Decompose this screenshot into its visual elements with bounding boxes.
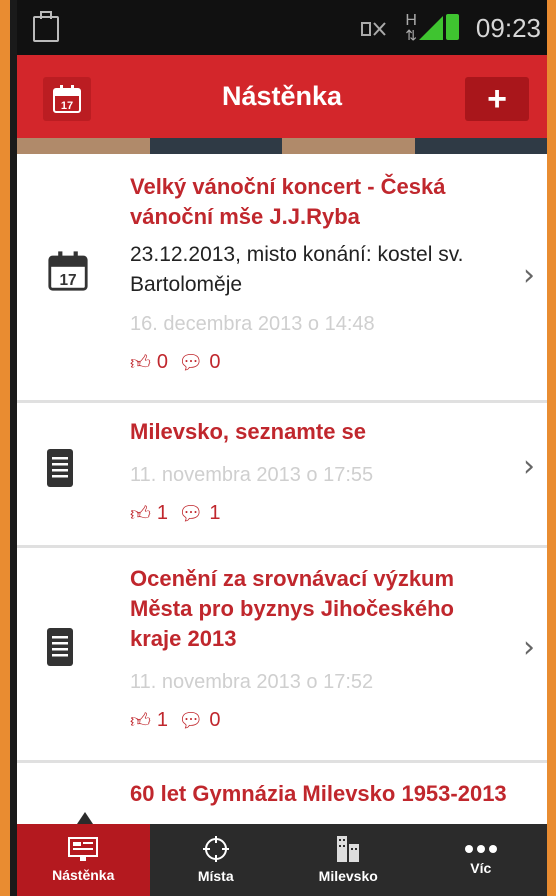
- sim-icon: [33, 11, 59, 42]
- comment-count: 1: [209, 502, 221, 524]
- list-item[interactable]: 17 Velký vánoční koncert - Česká vánoční…: [17, 154, 547, 403]
- strip-segment: [149, 138, 282, 154]
- calendar-day-label: 17: [59, 272, 76, 289]
- bottom-navigation: Nástěnka Místa Milevsko Víc: [17, 824, 547, 896]
- tab-mista[interactable]: Místa: [150, 824, 283, 896]
- plus-icon: +: [487, 80, 507, 118]
- list-item[interactable]: Ocenění za srovnávací výzkum Města pro b…: [17, 548, 547, 763]
- item-stats: 👍︎ 0 💬︎ 0: [130, 350, 507, 375]
- active-tab-pointer: [77, 812, 93, 824]
- tab-label: Nástěnka: [52, 867, 115, 883]
- chevron-right-icon: ›: [523, 258, 535, 293]
- like-count: 1: [156, 709, 169, 731]
- tab-label: Místa: [197, 868, 234, 884]
- phone-screen: H ⇅ 09:23 17 Nástěnka + 17 Velký vánoční…: [17, 0, 547, 896]
- item-date: 11. novembra 2013 o 17:55: [130, 464, 374, 486]
- tab-label: Milevsko: [318, 868, 378, 884]
- target-icon: [202, 836, 229, 862]
- item-title: Velký vánoční koncert - Česká vánoční mš…: [130, 174, 446, 229]
- comment-icon: 💬︎: [178, 710, 204, 732]
- item-title: Ocenění za srovnávací výzkum Města pro b…: [130, 566, 455, 651]
- comment-icon: 💬︎: [178, 503, 204, 525]
- silent-icon: [361, 22, 386, 36]
- list-item[interactable]: Milevsko, seznamte se 11. novembra 2013 …: [17, 403, 547, 548]
- header-accent-strip: [17, 138, 547, 154]
- chevron-right-icon: ›: [523, 630, 535, 665]
- network-type-icon: H ⇅: [405, 12, 417, 43]
- status-bar: H ⇅ 09:23: [17, 0, 547, 55]
- battery-icon: [446, 14, 459, 40]
- tab-vic[interactable]: Víc: [415, 824, 548, 896]
- board-icon: [68, 837, 99, 861]
- like-icon: 👍︎: [130, 351, 151, 374]
- app-header: 17 Nástěnka +: [17, 55, 547, 138]
- like-icon: 👍︎: [130, 502, 151, 525]
- tab-nastenka[interactable]: Nástěnka: [17, 824, 150, 896]
- news-list: 17 Velký vánoční koncert - Česká vánoční…: [17, 154, 547, 886]
- strip-segment: [282, 138, 415, 154]
- item-date: 11. novembra 2013 o 17:52: [130, 671, 374, 693]
- tab-label: Víc: [470, 860, 492, 876]
- item-stats: 👍︎ 1 💬︎ 1: [130, 501, 507, 526]
- document-icon: [47, 628, 73, 666]
- like-count: 0: [156, 351, 169, 373]
- device-frame-left: [0, 0, 17, 896]
- item-description: 23.12.2013, misto konání: kostel sv. Bar…: [130, 243, 464, 296]
- document-icon: [47, 449, 73, 487]
- like-count: 1: [156, 502, 169, 524]
- item-title: 60 let Gymnázia Milevsko 1953-2013: [130, 781, 507, 806]
- item-stats: 👍︎ 1 💬︎ 0: [130, 708, 507, 733]
- buildings-icon: [337, 836, 360, 862]
- strip-segment: [17, 138, 150, 154]
- chevron-right-icon: ›: [523, 449, 535, 484]
- comment-icon: 💬︎: [178, 352, 204, 374]
- tab-milevsko[interactable]: Milevsko: [282, 824, 415, 896]
- clock: 09:23: [475, 13, 541, 43]
- strip-segment: [414, 138, 547, 154]
- add-button[interactable]: +: [465, 77, 529, 121]
- like-icon: 👍︎: [130, 709, 151, 732]
- calendar-icon: 17: [48, 251, 88, 291]
- device-frame-right: [547, 0, 556, 896]
- more-icon: [464, 845, 497, 853]
- comment-count: 0: [209, 351, 221, 373]
- item-date: 16. decembra 2013 o 14:48: [130, 313, 375, 335]
- signal-icon: [419, 16, 443, 40]
- comment-count: 0: [209, 709, 221, 731]
- item-title: Milevsko, seznamte se: [130, 419, 367, 444]
